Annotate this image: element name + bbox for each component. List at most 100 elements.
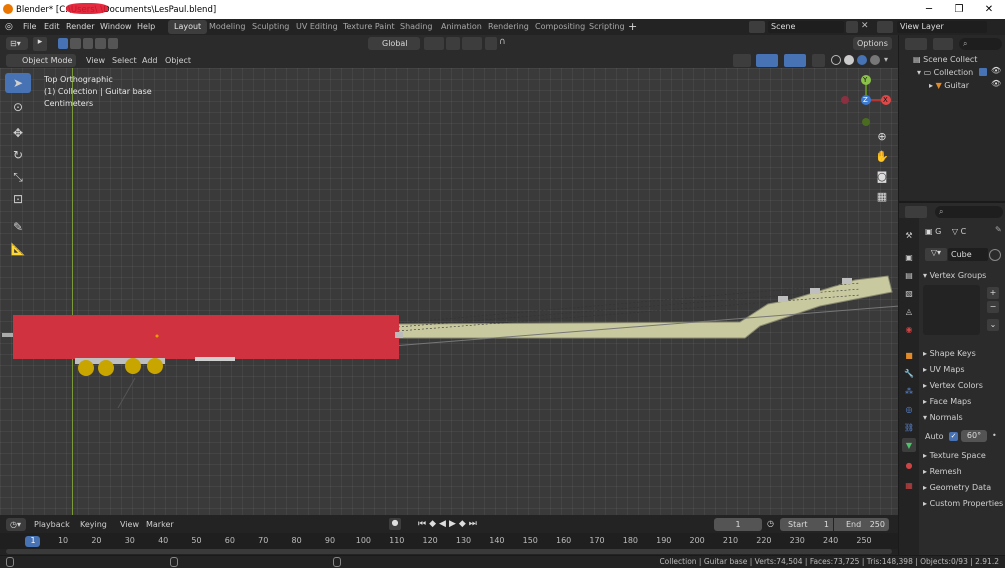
minimize-button[interactable]: ─: [914, 2, 944, 17]
face-maps-panel-header[interactable]: ▸ Face Maps: [923, 397, 971, 406]
collection-checkbox[interactable]: [979, 68, 987, 76]
tab-rendering[interactable]: Rendering: [482, 20, 535, 34]
mode-subtract-icon[interactable]: [82, 38, 94, 49]
transform-tool-icon[interactable]: ⊡: [5, 189, 31, 209]
pivot-point-icon[interactable]: [424, 37, 444, 50]
camera-view-icon[interactable]: ◙: [875, 170, 889, 184]
fake-user-icon[interactable]: [989, 249, 1001, 261]
prev-keyframe-icon[interactable]: ◆: [429, 519, 439, 529]
tab-modeling[interactable]: Modeling: [203, 20, 251, 34]
pin-icon[interactable]: ✎: [995, 225, 1002, 234]
viewport-menu-view[interactable]: View: [86, 56, 105, 65]
mesh-data-tab-icon[interactable]: ▼: [902, 438, 916, 452]
keyframe-dot-icon[interactable]: •: [992, 431, 997, 440]
view-layer-tab-icon[interactable]: ▧: [902, 286, 916, 300]
timeline-menu-marker[interactable]: Marker: [146, 520, 174, 529]
object-mode-dropdown[interactable]: Object Mode: [6, 54, 76, 67]
outliner-guitar[interactable]: ▸ ▼ Guitar: [929, 81, 969, 90]
mesh-browse-icon[interactable]: ▽▾: [925, 248, 947, 261]
menu-window[interactable]: Window: [100, 22, 132, 31]
select-box-tool-icon[interactable]: ▸: [33, 37, 47, 51]
jump-start-icon[interactable]: ⏮: [418, 519, 429, 529]
current-frame-field[interactable]: 1: [714, 518, 762, 531]
play-reverse-icon[interactable]: ◀: [439, 519, 449, 529]
mode-set-icon[interactable]: [58, 38, 69, 49]
texture-space-panel-header[interactable]: ▸ Texture Space: [923, 451, 986, 460]
auto-smooth-angle-field[interactable]: 60°: [961, 430, 987, 442]
blender-menu-icon[interactable]: ◎: [5, 22, 13, 32]
maximize-button[interactable]: ❐: [944, 2, 974, 17]
solid-shading-icon[interactable]: [844, 55, 854, 65]
outliner-filter-icon[interactable]: [933, 38, 953, 50]
world-tab-icon[interactable]: ◉: [902, 322, 916, 336]
tab-uv-editing[interactable]: UV Editing: [290, 20, 344, 34]
annotate-tool-icon[interactable]: ✎: [5, 217, 31, 237]
editor-type-icon[interactable]: ⊟▾: [6, 37, 28, 50]
menu-help[interactable]: Help: [137, 22, 155, 31]
guitar-model[interactable]: [0, 68, 898, 515]
menu-edit[interactable]: Edit: [44, 22, 60, 31]
material-tab-icon[interactable]: ●: [902, 458, 916, 472]
mode-intersect-icon[interactable]: [107, 38, 119, 49]
new-scene-icon[interactable]: [846, 21, 858, 33]
tab-animation[interactable]: Animation: [435, 20, 488, 34]
play-icon[interactable]: ▶: [449, 519, 459, 529]
mesh-name-field[interactable]: Cube: [948, 248, 988, 261]
pan-hand-icon[interactable]: ✋: [875, 150, 889, 164]
delete-scene-icon[interactable]: ✕: [861, 21, 871, 33]
outliner-collection[interactable]: ▾ ▭ Collection: [917, 68, 973, 77]
select-tool-icon[interactable]: ➤: [5, 73, 31, 93]
shape-keys-panel-header[interactable]: ▸ Shape Keys: [923, 349, 976, 358]
outliner-search-icon[interactable]: ⌕: [959, 38, 1002, 50]
perspective-grid-icon[interactable]: ▦: [875, 190, 889, 204]
viewport-menu-select[interactable]: Select: [112, 56, 137, 65]
viewport-menu-add[interactable]: Add: [142, 56, 158, 65]
normals-panel-header[interactable]: ▾ Normals: [923, 413, 963, 422]
timeline-menu-keying[interactable]: Keying: [80, 520, 107, 529]
menu-file[interactable]: File: [23, 22, 36, 31]
gizmo-toggle-icon[interactable]: [756, 54, 778, 67]
wireframe-shading-icon[interactable]: [831, 55, 841, 65]
frame-ruler[interactable]: 1 10 20 30 40 50 60 70 80 90 100 110 120 130 140 150 160…: [0, 533, 898, 549]
snap-toggle-icon[interactable]: [446, 37, 460, 50]
outliner-editor-icon[interactable]: [905, 38, 927, 50]
tab-compositing[interactable]: Compositing: [529, 20, 591, 34]
scale-tool-icon[interactable]: ⤡: [5, 167, 31, 187]
physics-tab-icon[interactable]: ◎: [902, 402, 916, 416]
shading-options-icon[interactable]: ▾: [884, 55, 888, 64]
vertex-groups-panel-header[interactable]: ▾ Vertex Groups: [923, 271, 986, 280]
output-tab-icon[interactable]: ▤: [902, 268, 916, 282]
mode-difference-icon[interactable]: [95, 38, 106, 49]
tab-layout[interactable]: Layout: [168, 20, 208, 34]
xray-toggle-icon[interactable]: [812, 54, 825, 67]
timeline-menu-playback[interactable]: Playback: [34, 520, 70, 529]
scene-field[interactable]: Scene: [768, 21, 844, 33]
geometry-data-panel-header[interactable]: ▸ Geometry Data: [923, 483, 991, 492]
tab-sculpting[interactable]: Sculpting: [246, 20, 295, 34]
auto-keying-icon[interactable]: ●: [389, 518, 401, 530]
properties-search-icon[interactable]: ⌕: [935, 206, 1003, 218]
snap-target-icon[interactable]: [462, 37, 482, 50]
clock-icon[interactable]: ◷: [767, 519, 774, 528]
timeline-editor-icon[interactable]: ◷▾: [6, 518, 26, 531]
mode-extend-icon[interactable]: [70, 38, 81, 49]
3d-viewport[interactable]: Top Orthographic (1) Collection | Guitar…: [0, 68, 898, 515]
cursor-tool-icon[interactable]: ⊙: [5, 97, 31, 117]
auto-smooth-checkbox[interactable]: ✓: [949, 432, 958, 441]
end-frame-field[interactable]: End 250: [834, 518, 889, 531]
falloff-icon[interactable]: ∩: [499, 37, 515, 50]
timeline-menu-view[interactable]: View: [120, 520, 139, 529]
collection-visibility-icon[interactable]: 👁: [991, 66, 1001, 75]
outliner-scene-collection[interactable]: ▤ Scene Collect: [913, 55, 977, 64]
render-tab-icon[interactable]: ▣: [902, 250, 916, 264]
scene-tab-icon[interactable]: ◬: [902, 304, 916, 318]
close-button[interactable]: ✕: [974, 2, 1004, 17]
object-tab-icon[interactable]: ■: [902, 348, 916, 362]
start-frame-field[interactable]: Start 1: [780, 518, 833, 531]
view-layer-field[interactable]: View Layer: [897, 21, 987, 33]
viewport-menu-object[interactable]: Object: [165, 56, 191, 65]
overlay-toggle-icon[interactable]: [784, 54, 806, 67]
remove-vertex-group-button[interactable]: −: [987, 301, 999, 313]
custom-properties-panel-header[interactable]: ▸ Custom Properties: [923, 499, 1005, 508]
tab-texture-paint[interactable]: Texture Paint: [337, 20, 401, 34]
